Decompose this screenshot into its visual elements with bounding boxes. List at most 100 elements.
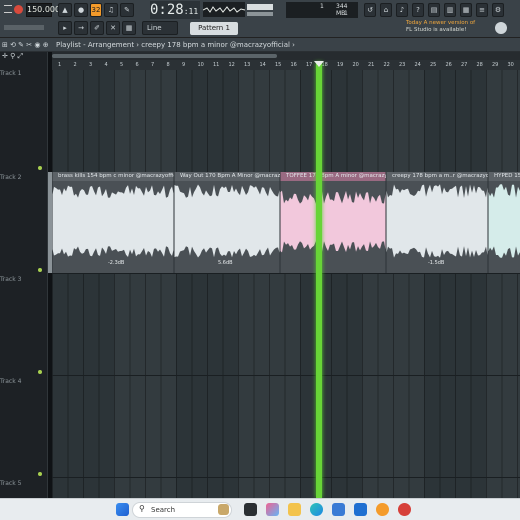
ruler-tick-label: 21 [368,62,375,68]
lane-divider [52,273,520,274]
menu-icon[interactable] [4,5,12,13]
ruler-tick-label: 14 [259,62,266,68]
fl-studio-icon[interactable] [376,503,389,516]
mixer-icon[interactable]: ≡ [476,3,488,17]
pitch-slider[interactable] [247,12,273,16]
snap-select[interactable]: Line [142,21,178,35]
playlist-header: ⊞ ⟲ ✎ ✂ ◉ ⊕ Playlist - Arrangement › cre… [0,38,520,52]
typing-keyboard-button[interactable]: ♫ [104,3,118,17]
track-mute-icon[interactable] [38,472,42,476]
mic-icon[interactable]: ♪ [396,3,408,17]
playhead-handle[interactable] [314,61,324,67]
help-icon[interactable]: ? [412,3,424,17]
ruler-tick-label: 17 [306,62,313,68]
task-view-icon[interactable] [244,503,257,516]
scrollbar-thumb[interactable] [52,54,277,58]
clip-name[interactable]: TOFFEE 171 Bpm A minor @macrazyofficial [286,173,386,179]
record-button[interactable] [14,5,23,14]
news-line-1: Today A newer version of [406,20,476,26]
track-label[interactable]: Track 1 [0,70,21,77]
oscilloscope-display [202,2,246,17]
ruler-tick-label: 7 [151,62,155,68]
audio-clip-waveforms [51,172,520,273]
news-panel[interactable]: Today A newer version of FL Studio is av… [406,20,486,38]
ruler-tick-label: 24 [414,62,421,68]
audio-clip-lane[interactable]: brass kills 154 bpm c minor @macrazyoffi… [48,172,520,273]
taskbar-search[interactable]: Search [132,502,232,518]
edge-icon[interactable] [310,503,323,516]
time-display: 0:28:11 [150,1,200,19]
track-mute-icon[interactable] [38,166,42,170]
ruler-tick-label: 16 [290,62,297,68]
update-icon[interactable] [495,22,507,34]
countdown-button[interactable]: ✎ [120,3,134,17]
plugin-icon[interactable]: ⚙ [492,3,504,17]
track-label[interactable]: Track 4 [0,378,21,385]
track-label[interactable]: Track 2 [0,174,21,181]
track-header-column: ✛ ⚲ ⤢ [0,52,48,498]
playlist-grid[interactable] [52,70,520,498]
ruler-tick-label: 2 [73,62,77,68]
blend-notes-button[interactable]: 32 [90,3,102,17]
undo-icon[interactable]: ↺ [364,3,376,17]
search-icon: ⚲ [139,504,145,513]
clip-waveform [280,190,386,253]
track-label[interactable]: Track 3 [0,276,21,283]
ruler-tick-label: 22 [383,62,390,68]
step-edit-button[interactable]: ● [74,3,88,17]
ruler-tick-label: 9 [182,62,186,68]
metronome-button[interactable]: ▲ [58,3,72,17]
playhead-marker[interactable] [316,62,322,498]
ruler-tick-label: 19 [337,62,344,68]
ruler-tick-label: 27 [461,62,468,68]
track-label[interactable]: Track 5 [0,480,21,487]
horizontal-scrollbar[interactable] [52,52,520,60]
ruler-tick-label: 29 [492,62,499,68]
cpu-line-2: 1 [344,10,348,17]
track-mute-icon[interactable] [38,268,42,272]
tool-icons[interactable]: ⊞ ⟲ ✎ ✂ ◉ ⊕ [2,38,49,52]
erase-tool-icon[interactable]: ✕ [106,21,120,35]
playlist-title: Playlist - Arrangement › creepy 178 bpm … [56,41,295,49]
store-icon[interactable] [332,503,345,516]
clip-waveform [52,185,174,258]
timeline-ruler[interactable]: 1 2 3 4 5 6 7 8 9 10 11 12 13 14 15 16 17 18 19 20 21 22 23 24 2… [52,60,520,70]
ruler-tick-label: 28 [476,62,483,68]
clip-name[interactable]: brass kills 154 bpm c minor @macrazyoffi… [58,173,174,179]
save-icon[interactable]: ▤ [428,3,440,17]
main-toolbar: 150.000 ▲ ● 32 ♫ ✎ ▸ → ✐ ✕ ▦ Line 0:28:1… [0,0,520,38]
copilot-icon[interactable] [218,504,229,515]
news-line-2: FL Studio is available! [406,27,467,33]
lane-divider [52,375,520,376]
app-icon[interactable] [398,503,411,516]
mail-icon[interactable] [354,503,367,516]
piano-roll-icon[interactable]: ▦ [460,3,472,17]
browser-icon[interactable]: ⌂ [380,3,392,17]
channel-rack-icon[interactable]: ▥ [444,3,456,17]
tempo-display[interactable]: 150.000 [26,3,60,17]
clip-waveform [174,184,280,258]
track-toolbar-icons[interactable]: ✛ ⚲ ⤢ [2,52,46,66]
draw-tool-icon[interactable]: ✐ [90,21,104,35]
ruler-tick-label: 23 [399,62,406,68]
ruler-tick-label: 25 [430,62,437,68]
start-icon[interactable] [116,503,129,516]
clip-name[interactable]: HYPED 154 [494,173,520,179]
clip-waveform [488,184,520,258]
ruler-tick-label: 20 [352,62,359,68]
widgets-icon[interactable] [266,503,279,516]
file-explorer-icon[interactable] [288,503,301,516]
snap-tool-icon[interactable]: ▸ [58,21,72,35]
volume-slider[interactable] [247,4,273,10]
clip-resize-handle[interactable] [48,172,52,273]
clip-name[interactable]: Way Out 170 Bpm A Minor @macrazyofficial [180,173,280,179]
mixer-tool-icon[interactable]: ▦ [122,21,136,35]
clip-gain-label: 5.6dB [218,260,233,266]
pattern-selector[interactable]: Pattern 1 [190,22,238,35]
ruler-tick-label: 3 [89,62,93,68]
ruler-tick-label: 12 [228,62,235,68]
track-mute-icon[interactable] [38,370,42,374]
clip-name[interactable]: creepy 178 bpm a m..r @macrazyofficial [392,173,488,179]
playlist-zoom-icon[interactable] [4,25,44,30]
pattern-tool-icon[interactable]: → [74,21,88,35]
